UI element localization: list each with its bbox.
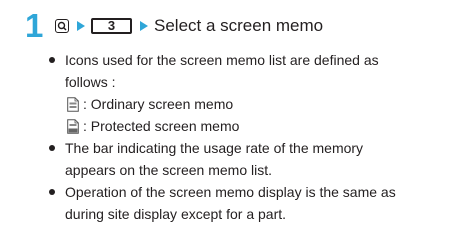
list-item: Icons used for the screen memo list are … <box>49 49 449 137</box>
step-instruction: 3 Select a screen memo <box>53 14 323 38</box>
note-text: during site display except for a part. <box>65 206 287 222</box>
arrow-right-icon <box>77 21 85 31</box>
note-text: follows : <box>65 74 116 90</box>
step-text: Select a screen memo <box>154 16 324 35</box>
note-text: appears on the screen memo list. <box>65 162 272 178</box>
note-text: Icons used for the screen memo list are … <box>65 52 379 68</box>
list-item: The bar indicating the usage rate of the… <box>49 137 449 181</box>
protected-memo-label: : Protected screen memo <box>83 118 240 134</box>
i-mode-key-icon <box>55 19 69 33</box>
bullet-icon <box>49 145 55 151</box>
arrow-right-icon <box>140 21 148 31</box>
bullet-icon <box>49 57 55 63</box>
list-item: Operation of the screen memo display is … <box>49 181 449 225</box>
ordinary-screen-memo-icon <box>67 96 79 112</box>
ordinary-memo-label: : Ordinary screen memo <box>83 96 234 112</box>
icon-definition-ordinary: : Ordinary screen memo <box>65 93 449 115</box>
bullet-icon <box>49 189 55 195</box>
key-3-icon: 3 <box>91 18 132 34</box>
step-number: 1 <box>25 7 44 44</box>
notes-list: Icons used for the screen memo list are … <box>49 49 449 225</box>
note-text: Operation of the screen memo display is … <box>65 184 396 200</box>
icon-definition-protected: : Protected screen memo <box>65 115 449 137</box>
note-text: The bar indicating the usage rate of the… <box>65 140 364 156</box>
protected-screen-memo-icon <box>67 118 79 134</box>
